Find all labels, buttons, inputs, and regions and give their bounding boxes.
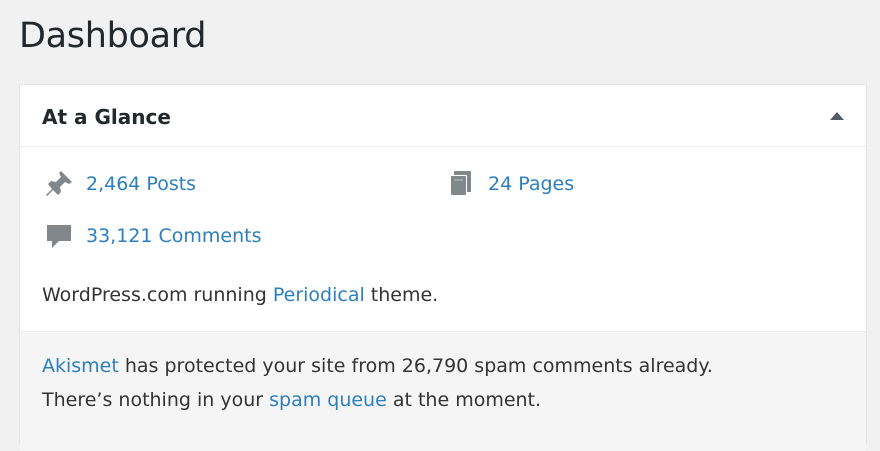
pages-link[interactable]: 24 Pages [488,167,574,201]
theme-suffix: theme. [364,284,439,306]
pages-item: 24 Pages [444,167,574,201]
comments-item: 33,121 Comments [42,219,262,253]
akismet-link[interactable]: Akismet [42,355,119,377]
at-a-glance-widget: At a Glance 2,464 Posts 24 Pages 33,121 … [19,84,867,451]
comment-icon [42,219,76,253]
posts-link[interactable]: 2,464 Posts [86,167,196,201]
spam-queue-link[interactable]: spam queue [269,389,387,411]
widget-header: At a Glance [20,85,866,147]
pin-icon [42,167,76,201]
akismet-notice: Akismet has protected your site from 26,… [20,331,866,451]
akismet-line-1-text: has protected your site from 26,790 spam… [118,355,713,377]
triangle-up-icon[interactable] [828,109,846,123]
akismet-line-1: Akismet has protected your site from 26,… [42,350,713,382]
posts-item: 2,464 Posts [42,167,196,201]
akismet-line-2: There’s nothing in your spam queue at th… [42,384,541,416]
pages-icon [444,167,478,201]
widget-title: At a Glance [42,105,171,129]
theme-prefix: WordPress.com running [42,284,273,306]
akismet-line-2-suffix: at the moment. [386,389,542,411]
theme-link[interactable]: Periodical [273,284,365,306]
akismet-line-2-prefix: There’s nothing in your [42,389,270,411]
page-title: Dashboard [19,16,207,56]
theme-info: WordPress.com running Periodical theme. [42,281,438,309]
comments-link[interactable]: 33,121 Comments [86,219,262,253]
